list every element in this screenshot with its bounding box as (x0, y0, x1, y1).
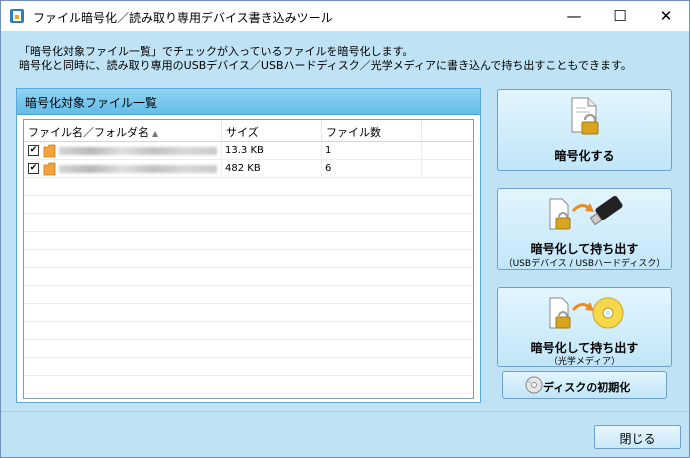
file-list-panel: 暗号化対象ファイル一覧 ファイル名／フォルダ名 ▲ サイズ ファイル数 ✔ 13.… (16, 88, 481, 403)
folder-icon (43, 144, 56, 158)
encrypt-to-usb-icon (549, 195, 623, 230)
disk-initialize-button[interactable]: ディスクの初期化 (502, 371, 667, 399)
encrypt-usb-sublabel: （USBデバイス / USBハードディスク） (503, 259, 666, 269)
minimize-button[interactable]: — (551, 1, 597, 31)
column-header-name[interactable]: ファイル名／フォルダ名 ▲ (24, 120, 222, 142)
encrypt-button[interactable]: 暗号化する (497, 89, 672, 171)
app-icon (10, 9, 24, 23)
description-line-1: 「暗号化対象ファイル一覧」でチェックが入っているファイルを暗号化します。 (19, 45, 414, 58)
empty-row (24, 286, 473, 304)
list-header: ファイル名／フォルダ名 ▲ サイズ ファイル数 (24, 120, 473, 142)
cell-name: ✔ (24, 142, 222, 160)
file-list[interactable]: ファイル名／フォルダ名 ▲ サイズ ファイル数 ✔ 13.3 KB 1 ✔ 48… (23, 119, 474, 399)
empty-row (24, 376, 473, 394)
title-bar: ファイル暗号化／読み取り専用デバイス書き込みツール — ☐ ✕ (1, 1, 689, 31)
close-button[interactable]: 閉じる (594, 425, 681, 449)
table-row[interactable]: ✔ 482 KB 6 (24, 160, 473, 178)
empty-row (24, 196, 473, 214)
empty-row (24, 322, 473, 340)
encrypt-optical-button[interactable]: 暗号化して持ち出す （光学メディア） (497, 287, 672, 367)
cell-name: ✔ (24, 160, 222, 178)
cell-size: 482 KB (222, 160, 322, 178)
empty-row (24, 232, 473, 250)
empty-row (24, 214, 473, 232)
table-row[interactable]: ✔ 13.3 KB 1 (24, 142, 473, 160)
encrypt-optical-sublabel: （光学メディア） (548, 357, 621, 367)
cell-size: 13.3 KB (222, 142, 322, 160)
column-header-empty (422, 120, 473, 142)
empty-row (24, 304, 473, 322)
encrypt-usb-label: 暗号化して持ち出す (530, 242, 639, 256)
panel-title: 暗号化対象ファイル一覧 (17, 89, 480, 115)
folder-icon (43, 162, 56, 176)
column-header-size[interactable]: サイズ (222, 120, 322, 142)
window-title: ファイル暗号化／読み取り専用デバイス書き込みツール (33, 11, 333, 25)
encrypt-usb-button[interactable]: 暗号化して持ち出す （USBデバイス / USBハードディスク） (497, 188, 672, 270)
cell-empty (422, 160, 473, 178)
main-window: ファイル暗号化／読み取り専用デバイス書き込みツール — ☐ ✕ 「暗号化対象ファ… (0, 0, 690, 458)
empty-row (24, 178, 473, 196)
cell-count: 6 (322, 160, 422, 178)
description-text: 「暗号化対象ファイル一覧」でチェックが入っているファイルを暗号化します。 暗号化… (19, 45, 632, 73)
encrypt-to-disc-icon (549, 297, 624, 329)
empty-row (24, 268, 473, 286)
cell-empty (422, 142, 473, 160)
file-name-redacted (59, 165, 217, 173)
footer-divider (1, 411, 689, 412)
file-name-redacted (59, 147, 217, 155)
encrypt-label: 暗号化する (554, 149, 615, 163)
empty-row (24, 250, 473, 268)
disc-icon (525, 376, 543, 394)
description-line-2: 暗号化と同時に、読み取り専用のUSBデバイス／USBハードディスク／光学メディア… (19, 59, 632, 72)
row-checkbox[interactable]: ✔ (28, 145, 39, 156)
encrypt-file-lock-icon (571, 97, 599, 135)
close-window-button[interactable]: ✕ (643, 1, 689, 31)
sort-ascending-icon: ▲ (152, 129, 159, 138)
disk-initialize-label: ディスクの初期化 (543, 381, 631, 394)
maximize-button[interactable]: ☐ (597, 1, 643, 31)
column-header-count[interactable]: ファイル数 (322, 120, 422, 142)
cell-count: 1 (322, 142, 422, 160)
empty-row (24, 358, 473, 376)
empty-row (24, 340, 473, 358)
row-checkbox[interactable]: ✔ (28, 163, 39, 174)
